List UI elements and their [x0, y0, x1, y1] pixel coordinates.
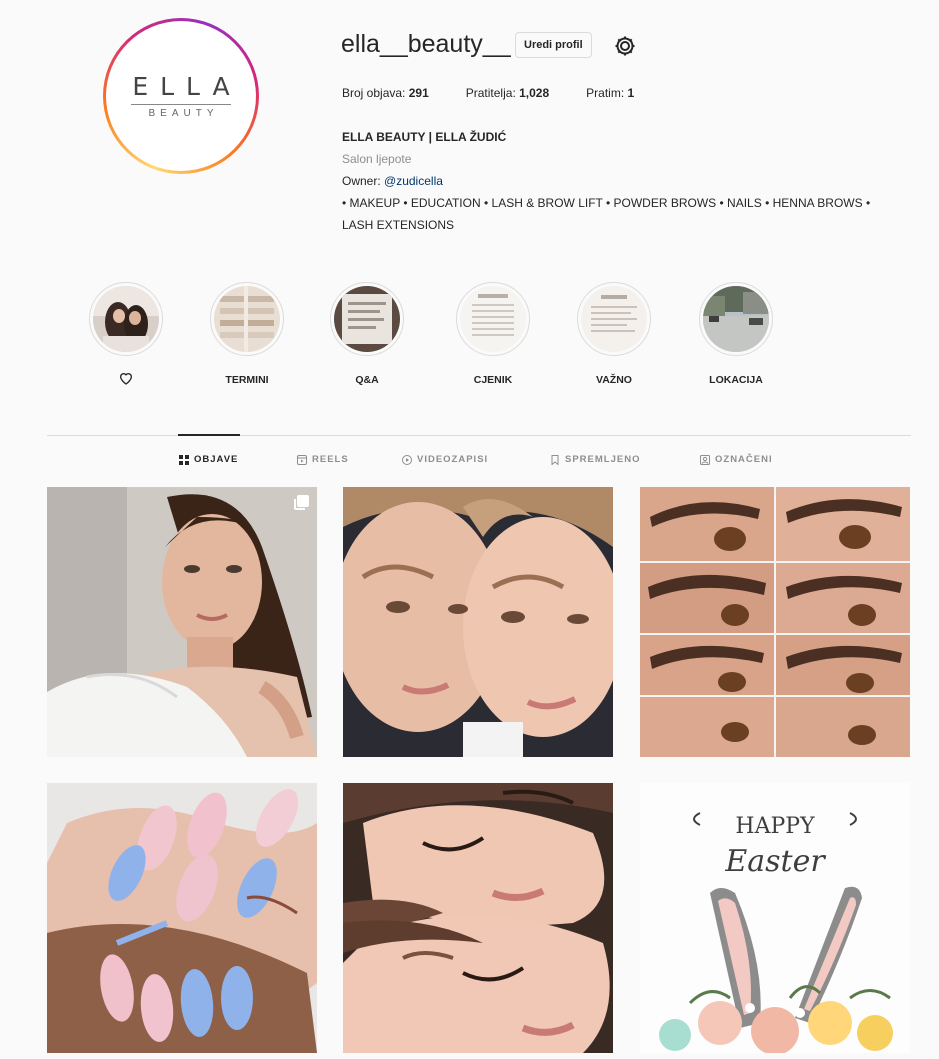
reels-icon — [297, 454, 307, 465]
post-happy-easter[interactable]: HAPPY Easter — [640, 783, 910, 1053]
highlight-cjenik-label: CJENIK — [473, 374, 513, 386]
highlight-lokacija-ring — [699, 282, 773, 356]
followers-label: Pratitelja: — [465, 86, 516, 100]
posts-value: 291 — [408, 86, 429, 100]
highlight-1[interactable] — [81, 282, 171, 386]
tab-reels[interactable]: REELS — [297, 454, 349, 465]
highlight-qa-image — [334, 286, 400, 352]
bookmark-icon — [551, 454, 559, 465]
profile-username: ella__beauty__ — [341, 30, 511, 58]
avatar-logo-text: ELLA — [132, 71, 242, 101]
post-portrait[interactable] — [47, 487, 317, 757]
post-two-faces[interactable] — [343, 487, 613, 757]
post-nails[interactable] — [47, 783, 317, 1053]
tab-videozapisi-label: VIDEOZAPISI — [417, 454, 489, 465]
easter-text-easter: Easter — [724, 844, 826, 879]
avatar-logo-subtext: BEAUTY — [148, 107, 219, 119]
highlight-qa-ring — [330, 282, 404, 356]
highlight-termini-label: TERMINI — [225, 374, 269, 386]
posts-label: Broj objava: — [342, 86, 406, 100]
tab-oznaceni-label: OZNAČENI — [715, 454, 773, 465]
post-happy-easter-image: HAPPY Easter — [640, 783, 910, 1053]
multiple-images-icon — [294, 495, 309, 510]
tab-reels-label: REELS — [312, 454, 349, 465]
post-nails-image — [47, 783, 317, 1053]
bio-owner-label: Owner: — [342, 174, 381, 188]
owner-mention-link[interactable]: @zudicella — [384, 174, 443, 188]
gear-icon[interactable] — [613, 34, 637, 58]
highlight-1-ring — [89, 282, 163, 356]
highlight-cjenik[interactable]: CJENIK — [448, 282, 538, 388]
tab-oznaceni[interactable]: OZNAČENI — [700, 454, 773, 465]
highlight-vazno-ring — [577, 282, 651, 356]
highlight-qa-label: Q&A — [355, 374, 379, 386]
profile-bio: ELLA BEAUTY | ELLA ŽUDIĆ Salon ljepote O… — [342, 126, 902, 236]
highlight-vazno[interactable]: VAŽNO — [569, 282, 659, 388]
avatar-frame: ELLA BEAUTY — [106, 21, 256, 171]
highlight-lokacija-label: LOKACIJA — [709, 374, 763, 386]
highlight-cjenik-ring — [456, 282, 530, 356]
profile-avatar-ring[interactable]: ELLA BEAUTY — [103, 18, 259, 174]
highlight-1-image — [93, 286, 159, 352]
posts-count: Broj objava: 291 — [342, 86, 429, 100]
highlight-lokacija-image — [703, 286, 769, 352]
logo-divider — [131, 103, 231, 105]
tabs-divider — [47, 435, 911, 436]
bio-name: ELLA BEAUTY | ELLA ŽUDIĆ — [342, 130, 507, 144]
profile-stats: Broj objava: 291 Pratitelja: 1,028 Prati… — [342, 86, 671, 100]
avatar: ELLA BEAUTY — [110, 25, 252, 167]
highlight-qa[interactable]: Q&A — [322, 282, 412, 388]
tab-objave-label: OBJAVE — [194, 454, 239, 465]
post-brow-collage-image — [640, 487, 910, 757]
post-brow-collage[interactable] — [640, 487, 910, 757]
heart-icon — [119, 373, 133, 385]
profile-tabs: OBJAVE REELS VIDEOZAPISI SPREMLJENO OZNA… — [0, 454, 939, 470]
post-lash-faces[interactable] — [343, 783, 613, 1053]
highlight-vazno-label: VAŽNO — [596, 374, 632, 386]
post-portrait-image — [47, 487, 317, 757]
highlight-cjenik-image — [460, 286, 526, 352]
active-tab-indicator — [178, 434, 240, 436]
bio-owner: Owner: @zudicella — [342, 170, 902, 192]
following-label: Pratim: — [586, 86, 625, 100]
highlight-termini[interactable]: TERMINI — [202, 282, 292, 388]
tab-objave[interactable]: OBJAVE — [179, 454, 238, 465]
edit-profile-button[interactable]: Uredi profil — [515, 32, 592, 58]
bio-category: Salon ljepote — [342, 152, 412, 166]
highlight-termini-image — [214, 286, 280, 352]
post-two-faces-image — [343, 487, 613, 757]
bio-description: • MAKEUP • EDUCATION • LASH & BROW LIFT … — [342, 196, 871, 232]
tab-videozapisi[interactable]: VIDEOZAPISI — [402, 454, 488, 465]
tab-spremljeno[interactable]: SPREMLJENO — [550, 454, 640, 465]
highlight-termini-ring — [210, 282, 284, 356]
followers-value: 1,028 — [519, 86, 550, 100]
followers-count[interactable]: Pratitelja: 1,028 — [466, 86, 549, 100]
easter-text-happy: HAPPY — [735, 814, 815, 839]
tab-spremljeno-label: SPREMLJENO — [565, 454, 641, 465]
video-icon — [402, 454, 412, 465]
highlight-1-label — [81, 370, 171, 386]
grid-icon — [179, 454, 189, 465]
following-count[interactable]: Pratim: 1 — [586, 86, 634, 100]
tagged-icon — [700, 454, 710, 465]
following-value: 1 — [627, 86, 635, 100]
highlight-lokacija[interactable]: LOKACIJA — [691, 282, 781, 388]
post-lash-faces-image — [343, 783, 613, 1053]
highlight-vazno-image — [581, 286, 647, 352]
